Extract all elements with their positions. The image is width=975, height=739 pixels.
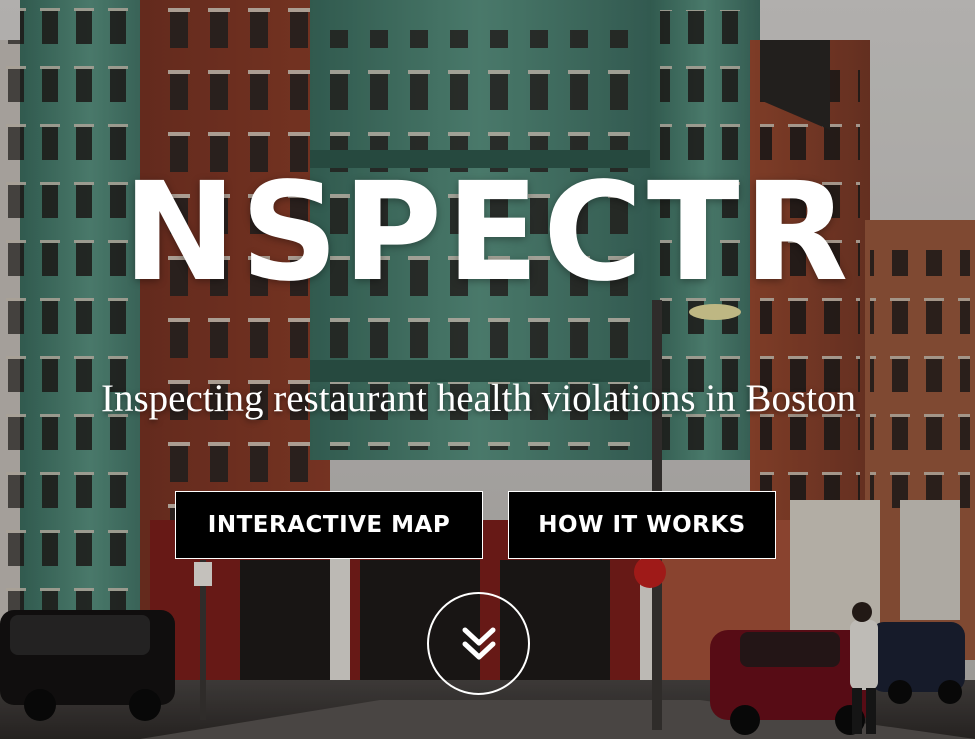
site-title: NSPECTR: [122, 154, 853, 312]
double-chevron-down-icon: [462, 627, 495, 659]
interactive-map-button[interactable]: INTERACTIVE MAP: [175, 491, 483, 559]
hero-section: NSPECTR Inspecting restaurant health vio…: [0, 0, 975, 739]
how-it-works-button[interactable]: HOW IT WORKS: [508, 491, 776, 559]
site-tagline: Inspecting restaurant health violations …: [101, 377, 856, 420]
scroll-down-button[interactable]: [427, 592, 530, 695]
